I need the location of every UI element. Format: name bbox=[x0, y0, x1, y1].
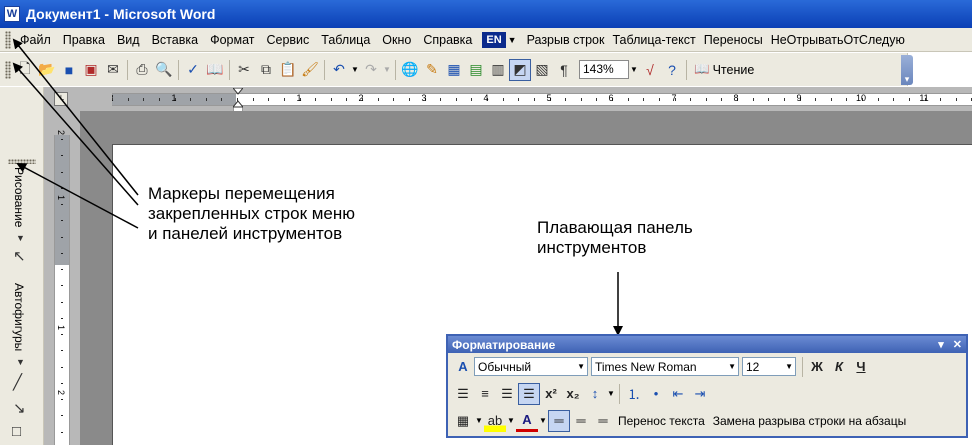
style-select[interactable]: Обычный ▼ bbox=[474, 357, 588, 376]
italic-button[interactable]: К bbox=[828, 356, 850, 378]
align-left-icon[interactable]: ☰ bbox=[452, 383, 474, 405]
decrease-indent-icon[interactable]: ⇤ bbox=[667, 383, 689, 405]
bold-button[interactable]: Ж bbox=[806, 356, 828, 378]
chevron-down-icon[interactable]: ▼ bbox=[606, 389, 616, 398]
increase-indent-icon[interactable]: ⇥ bbox=[689, 383, 711, 405]
floating-toolbar-title: Форматирование bbox=[452, 337, 556, 352]
font-size-select[interactable]: 12 ▼ bbox=[742, 357, 796, 376]
bullets-icon[interactable]: • bbox=[645, 383, 667, 405]
chevron-down-icon: ▼ bbox=[728, 362, 736, 371]
close-icon[interactable]: ✕ bbox=[953, 339, 962, 351]
font-color-icon[interactable]: A bbox=[516, 410, 538, 432]
chevron-down-icon[interactable]: ▼ bbox=[506, 416, 516, 425]
styles-pane-icon[interactable]: A bbox=[452, 356, 474, 378]
superscript-icon[interactable]: x² bbox=[540, 383, 562, 405]
double-line-icon[interactable]: ═ bbox=[570, 410, 592, 432]
chevron-down-icon: ▼ bbox=[785, 362, 793, 371]
wrap-text-button[interactable]: Перенос текста bbox=[614, 414, 709, 428]
chevron-down-icon: ▼ bbox=[577, 362, 585, 371]
floating-formatting-toolbar: Форматирование ▾ ✕ A Обычный ▼ Times New … bbox=[446, 334, 968, 438]
align-center-icon[interactable]: ≡ bbox=[474, 383, 496, 405]
triple-line-icon[interactable]: ═ bbox=[592, 410, 614, 432]
align-right-icon[interactable]: ☰ bbox=[496, 383, 518, 405]
highlight-icon[interactable]: ab bbox=[484, 409, 506, 432]
single-line-icon[interactable]: ═ bbox=[548, 409, 570, 432]
numbering-icon[interactable]: ⒈ bbox=[623, 383, 645, 405]
floating-toolbar-titlebar[interactable]: Форматирование ▾ ✕ bbox=[448, 336, 966, 353]
subscript-icon[interactable]: x₂ bbox=[562, 383, 584, 405]
chevron-down-icon[interactable]: ▼ bbox=[538, 416, 548, 425]
toolbar-options-icon[interactable]: ▾ bbox=[938, 339, 944, 351]
justify-icon[interactable]: ☰ bbox=[518, 382, 540, 405]
annotation-floating: Плавающая панель инструментов bbox=[537, 218, 693, 257]
line-spacing-icon[interactable]: ↕ bbox=[584, 383, 606, 405]
annotation-markers: Маркеры перемещения закрепленных строк м… bbox=[148, 184, 356, 243]
font-select[interactable]: Times New Roman ▼ bbox=[591, 357, 739, 376]
borders-icon[interactable]: ▦ bbox=[452, 410, 474, 432]
chevron-down-icon[interactable]: ▼ bbox=[474, 416, 484, 425]
underline-button[interactable]: Ч bbox=[850, 356, 872, 378]
replace-breaks-button[interactable]: Замена разрыва строки на абзацы bbox=[709, 414, 910, 428]
